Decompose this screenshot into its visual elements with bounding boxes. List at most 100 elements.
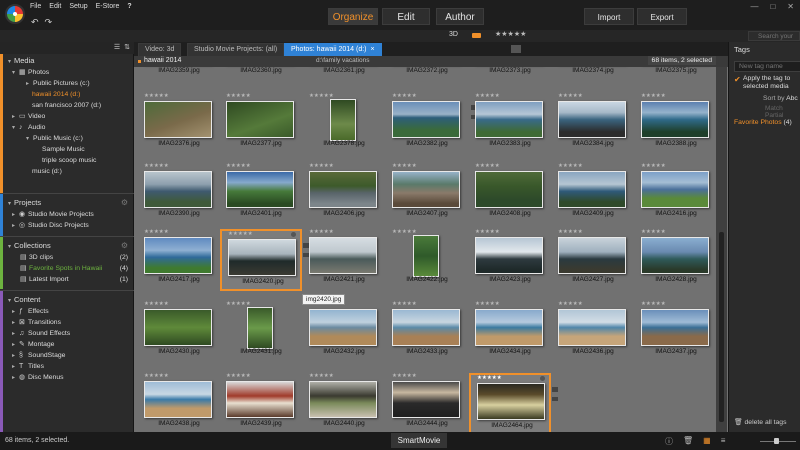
media-tile[interactable]: ★★★★★IMAG2374.jpg — [552, 67, 634, 82]
tree-effects[interactable]: ▸ ƒ Effects — [12, 307, 49, 317]
photo-thumbnail[interactable] — [475, 101, 543, 138]
rating-stars[interactable]: ★★★★★ — [641, 163, 666, 169]
media-tile[interactable]: ★★★★★ IMAG2421.jpg — [303, 229, 385, 291]
rating-stars[interactable]: ★★★★★ — [475, 163, 500, 169]
photo-thumbnail[interactable] — [228, 239, 296, 276]
rating-stars[interactable]: ★★★★★ — [392, 93, 417, 99]
media-tile[interactable]: ★★★★★ IMAG2437.jpg — [635, 301, 717, 363]
photo-thumbnail[interactable] — [144, 237, 212, 274]
tree-soundstage[interactable]: ▸ § SoundStage — [12, 351, 65, 361]
tab-organize[interactable]: Organize — [328, 8, 378, 25]
rating-stars[interactable]: ★★★★★ — [309, 229, 334, 235]
content-section-header[interactable]: ▾ Content — [0, 294, 134, 305]
media-tile[interactable]: ★★★★★ IMAG2390.jpg — [138, 163, 220, 225]
photo-thumbnail[interactable] — [558, 171, 626, 208]
photo-thumbnail[interactable] — [309, 309, 377, 346]
photo-thumbnail[interactable] — [144, 309, 212, 346]
photo-thumbnail[interactable] — [392, 381, 460, 418]
photo-thumbnail[interactable] — [475, 237, 543, 274]
delete-icon[interactable]: 🗑 — [683, 436, 693, 447]
media-section-header[interactable]: ▾ Media — [0, 55, 134, 66]
photo-thumbnail[interactable] — [477, 383, 545, 420]
rating-stars[interactable]: ★★★★★ — [392, 301, 417, 307]
tree-disc-menus[interactable]: ▸ ◍ Disc Menus — [12, 373, 64, 383]
menu-file[interactable]: File — [30, 3, 41, 10]
media-tile[interactable]: ★★★★★IMAG2373.jpg — [469, 67, 551, 82]
media-tile[interactable]: ★★★★★ IMAG2378.jpg — [303, 93, 385, 155]
photo-thumbnail[interactable] — [247, 307, 273, 349]
photo-thumbnail[interactable] — [226, 171, 294, 208]
delete-all-tags-link[interactable]: 🗑 delete all tags — [734, 418, 786, 426]
match-partial-toggle[interactable]: Match Partial — [765, 105, 800, 119]
media-tile[interactable]: ★★★★★ IMAG2423.jpg — [469, 229, 551, 291]
rating-stars[interactable]: ★★★★★ — [475, 301, 500, 307]
photo-thumbnail[interactable] — [641, 101, 709, 138]
rating-stars[interactable]: ★★★★★ — [641, 93, 666, 99]
rating-stars[interactable]: ★★★★★ — [477, 375, 502, 381]
rating-stars[interactable]: ★★★★★ — [226, 93, 251, 99]
media-tile[interactable]: ★★★★★ IMAG2438.jpg — [138, 373, 220, 432]
menu-estore[interactable]: E-Store — [96, 3, 120, 10]
tree-public-pictures[interactable]: ▸ Public Pictures (c:) — [26, 79, 90, 89]
media-tile[interactable]: ★★★★★ IMAG2422.jpg — [386, 229, 468, 291]
rating-stars[interactable]: ★★★★★ — [641, 301, 666, 307]
tree-triple-scoop[interactable]: triple scoop music — [42, 156, 96, 166]
media-tile[interactable]: ★★★★★ IMAG2433.jpg — [386, 301, 468, 363]
collections-settings-icon[interactable]: ⚙ — [121, 240, 128, 251]
info-icon[interactable] — [540, 376, 545, 381]
rating-stars[interactable]: ★★★★★ — [392, 163, 417, 169]
photo-thumbnail[interactable] — [226, 381, 294, 418]
media-tile[interactable]: ★★★★★IMAG2432.jpg — [303, 301, 385, 363]
tree-latest-import[interactable]: ▤ Latest Import (1) — [20, 275, 134, 285]
sort-by-label[interactable]: Sort by Abc — [763, 95, 798, 102]
photo-thumbnail[interactable] — [144, 381, 212, 418]
media-tile[interactable]: ★★★★★ IMAG2388.jpg — [635, 93, 717, 155]
scrollbar-thumb[interactable] — [719, 232, 724, 422]
tab-studio-movie-projects[interactable]: Studio Movie Projects: (all) — [187, 43, 285, 56]
photo-thumbnail[interactable] — [475, 171, 543, 208]
media-tile[interactable]: ★★★★★ IMAG2401.jpg — [220, 163, 302, 225]
rating-stars[interactable]: ★★★★★ — [144, 373, 169, 379]
media-tile[interactable]: ★★★★★ IMAG2409.jpg — [552, 163, 634, 225]
media-tile[interactable]: ★★★★★ IMAG2376.jpg — [138, 93, 220, 155]
media-tile[interactable]: ★★★★★ IMAG2406.jpg — [303, 163, 385, 225]
sort-icon[interactable]: ⇅ — [124, 43, 130, 51]
rating-stars[interactable]: ★★★★★ — [558, 93, 583, 99]
photo-thumbnail[interactable] — [558, 237, 626, 274]
tree-hawaii-2014[interactable]: hawaii 2014 (d:) — [32, 90, 80, 100]
media-tile[interactable]: ★★★★★IMAG2361.jpg — [303, 67, 385, 82]
new-tag-input[interactable] — [734, 61, 800, 72]
photo-thumbnail[interactable] — [309, 237, 377, 274]
tree-3d-clips[interactable]: ▤ 3D clips (2) — [20, 253, 134, 263]
tree-photos[interactable]: ▾ ▦ Photos — [12, 68, 49, 78]
rating-stars[interactable]: ★★★★★ — [641, 229, 666, 235]
smartmovie-button[interactable]: SmartMovie — [391, 433, 447, 448]
menu-setup[interactable]: Setup — [69, 3, 87, 10]
menu-edit[interactable]: Edit — [49, 3, 61, 10]
media-tile[interactable]: ★★★★★ IMAG2430.jpg — [138, 301, 220, 363]
rating-stars[interactable]: ★★★★★ — [228, 231, 253, 237]
rating-filter[interactable]: ★★★★★ — [495, 30, 526, 38]
tree-public-music[interactable]: ▾ Public Music (c:) — [26, 134, 83, 144]
rating-stars[interactable]: ★★★★★ — [475, 93, 500, 99]
media-tile[interactable]: ★★★★★ IMAG2407.jpg — [386, 163, 468, 225]
photo-thumbnail[interactable] — [144, 171, 212, 208]
rating-stars[interactable]: ★★★★★ — [309, 373, 334, 379]
tab-close-icon[interactable]: × — [371, 46, 375, 53]
vertical-scrollbar[interactable] — [716, 67, 727, 432]
tree-montage[interactable]: ▸ ✎ Montage — [12, 340, 54, 350]
media-tile[interactable]: ★★★★★ IMAG2427.jpg — [552, 229, 634, 291]
rating-stars[interactable]: ★★★★★ — [226, 373, 251, 379]
media-tile[interactable]: ★★★★★ IMAG2382.jpg — [386, 93, 477, 155]
rating-stars[interactable]: ★★★★★ — [475, 229, 500, 235]
tree-video[interactable]: ▸ ▭ Video — [12, 112, 45, 122]
media-tile[interactable]: ★★★★★ IMAG2420.jpg — [220, 229, 309, 291]
media-tile[interactable]: ★★★★★ IMAG2416.jpg — [635, 163, 717, 225]
rating-stars[interactable]: ★★★★★ — [558, 301, 583, 307]
export-button[interactable]: Export — [637, 8, 687, 25]
info-icon[interactable] — [291, 232, 296, 237]
minimize-icon[interactable]: — — [750, 2, 758, 11]
tree-transitions[interactable]: ▸ ⊠ Transitions — [12, 318, 61, 328]
media-tile[interactable]: ★★★★★ IMAG2377.jpg — [220, 93, 302, 155]
apply-tag-checkbox[interactable]: ✔ — [734, 76, 741, 84]
